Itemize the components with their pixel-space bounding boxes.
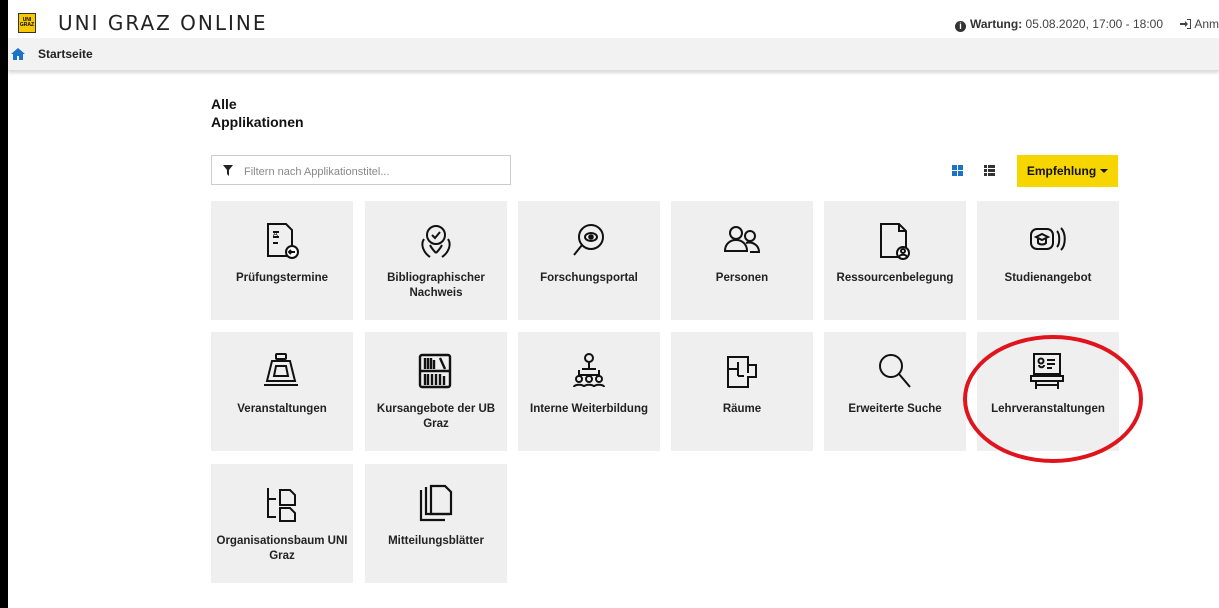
tile-label: Prüfungstermine [235,272,328,284]
page-title-line1: Alle [211,96,237,112]
page-title-line2: Applikationen [211,114,304,130]
internal-training-icon [573,353,605,388]
login-label: Anm [1194,17,1219,31]
app-tile-veranstaltungen[interactable]: Veranstaltungen [211,332,353,451]
filter-icon [223,165,233,176]
sign-in-icon [1179,19,1191,29]
tile-label: Interne Weiterbildung [530,403,648,415]
events-icon [264,353,298,386]
app-tile-erweiterte-suche[interactable]: Erweiterte Suche [824,332,966,451]
filter-field[interactable] [211,155,511,185]
page-title: Alle Applikationen [211,95,331,131]
top-bar: UNI GRAZ UNI GRAZ ONLINE i Wartung: 05.08… [8,8,1219,38]
org-tree-icon [267,488,296,522]
app-tile-studienangebot[interactable]: Studienangebot [977,201,1119,320]
app-tile-mitteilungsblaetter[interactable]: Mitteilungsblätter [365,464,507,583]
app-tile-pruefungstermine[interactable]: A Prüfungstermine [211,201,353,320]
library-courses-icon [418,353,452,389]
maintenance-label: Wartung: [969,17,1023,31]
bibliography-icon [421,225,451,258]
grid-view-icon[interactable] [952,165,963,176]
home-icon[interactable] [11,47,25,61]
uni-graz-logo[interactable]: UNI GRAZ [18,13,36,33]
tile-label: Organisationsbaum UNI Graz [216,535,348,562]
page: UNI GRAZ UNI GRAZ ONLINE i Wartung: 05.08… [8,0,1219,608]
study-programs-icon [1030,227,1066,251]
logo-text: UNI GRAZ [19,17,35,28]
list-view-icon[interactable] [984,165,995,176]
tile-label: Studienangebot [1004,272,1092,284]
login-link[interactable]: Anm [1179,17,1219,31]
app-tile-interne-weiterbildung[interactable]: Interne Weiterbildung [518,332,660,451]
tile-label: Ressourcenbelegung [836,272,954,284]
app-tile-lehrveranstaltungen[interactable]: Lehrveranstaltungen [977,332,1119,451]
caret-down-icon [1100,169,1109,173]
tile-label: Lehrveranstaltungen [991,403,1105,415]
tile-label: Veranstaltungen [237,403,327,415]
tile-label: Mitteilungsblätter [388,535,484,547]
tile-label: Bibliographischer Nachweis [387,272,485,299]
app-tile-forschungsportal[interactable]: Forschungsportal [518,201,660,320]
persons-icon [723,226,761,253]
rooms-icon [727,356,757,388]
svg-text:A: A [273,230,278,238]
breadcrumb: Startseite [8,38,1219,71]
maintenance-notice: i Wartung: 05.08.2020, 17:00 - 18:00 [954,17,1163,32]
info-icon: i [954,21,966,32]
breadcrumb-home[interactable]: Startseite [38,47,93,61]
app-tile-raeume[interactable]: Räume [671,332,813,451]
sort-label: Empfehlung [1026,164,1097,178]
filter-input[interactable] [242,162,506,182]
app-tile-organisationsbaum[interactable]: Organisationsbaum UNI Graz [211,464,353,583]
maintenance-time: 05.08.2020, 17:00 - 18:00 [1025,17,1163,31]
tile-label: Personen [715,272,769,284]
tile-label: Räume [722,403,762,415]
bulletins-icon [419,484,453,522]
app-tile-ressourcenbelegung[interactable]: Ressourcenbelegung [824,201,966,320]
app-tile-personen[interactable]: Personen [671,201,813,320]
app-title[interactable]: UNI GRAZ ONLINE [58,11,268,35]
tile-label: Forschungsportal [540,272,638,284]
resource-booking-icon [880,223,910,260]
sort-dropdown-button[interactable]: Empfehlung [1017,155,1118,187]
research-portal-icon [573,224,604,256]
courses-icon [1030,353,1064,389]
tile-label: Kursangebote der UB Graz [376,403,496,430]
tile-label: Erweiterte Suche [848,403,942,415]
search-icon [879,354,911,388]
app-tile-kursangebote-ub-graz[interactable]: Kursangebote der UB Graz [365,332,507,451]
app-tile-bibliographischer-nachweis[interactable]: Bibliographischer Nachweis [365,201,507,320]
exam-dates-icon: A [267,223,299,259]
